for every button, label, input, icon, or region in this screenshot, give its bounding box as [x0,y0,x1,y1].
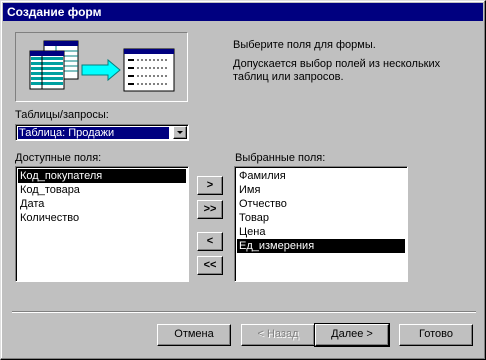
chevron-down-icon[interactable] [173,126,187,139]
footer-separator [12,311,476,313]
selected-field-item[interactable]: Отчество [237,197,405,211]
available-fields-label: Доступные поля: [15,152,102,164]
available-field-item[interactable]: Код_покупателя [18,169,186,183]
tables-combobox[interactable]: Таблица: Продажи [15,124,189,141]
form-wizard-dialog: Создание форм Выберите поля для формы. Д… [0,0,486,360]
table-to-form-icon [29,40,175,92]
selected-field-item[interactable]: Фамилия [237,169,405,183]
add-all-fields-button[interactable]: >> [197,200,223,219]
next-button[interactable]: Далее > [314,323,390,347]
table-to-form-illustration [15,32,188,102]
selected-field-item[interactable]: Ед_измерения [237,239,405,253]
available-field-item[interactable]: Дата [18,197,186,211]
selected-field-item[interactable]: Имя [237,183,405,197]
selected-field-item[interactable]: Цена [237,225,405,239]
remove-all-fields-button[interactable]: << [197,256,223,275]
available-field-item[interactable]: Количество [18,211,186,225]
selected-fields-label: Выбранные поля: [235,152,326,164]
info-line-2: Допускается выбор полей из нескольких та… [233,58,441,83]
tables-combobox-value: Таблица: Продажи [18,127,169,139]
back-button[interactable]: < Назад [241,324,315,346]
remove-field-button[interactable]: < [197,232,223,251]
available-field-item[interactable]: Код_товара [18,183,186,197]
add-field-button[interactable]: > [197,176,223,195]
available-fields-list[interactable]: Код_покупателя Код_товара Дата Количеств… [15,166,189,282]
selected-field-item[interactable]: Товар [237,211,405,225]
selected-fields-list[interactable]: Фамилия Имя Отчество Товар Цена Ед_измер… [234,166,408,282]
info-line-1: Выберите поля для формы. [233,39,376,51]
finish-button[interactable]: Готово [399,324,473,346]
tables-label: Таблицы/запросы: [15,109,109,121]
dialog-title: Создание форм [3,3,483,21]
cancel-button[interactable]: Отмена [157,324,231,346]
